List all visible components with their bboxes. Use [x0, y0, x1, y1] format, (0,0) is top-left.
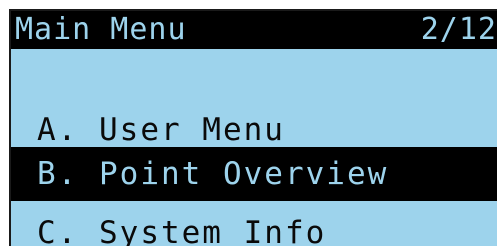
page-indicator: 2/12 — [420, 12, 497, 47]
menu-item-point-overview[interactable]: B. Point Overview — [11, 147, 497, 201]
lcd-display-frame: Main Menu 2/12 A. User Menu B. Point Ove… — [0, 0, 503, 246]
menu-item-label: A. User Menu — [37, 112, 285, 148]
menu-item-label: B. Point Overview — [37, 156, 389, 192]
lcd-screen: Main Menu 2/12 A. User Menu B. Point Ove… — [9, 9, 497, 246]
menu-title: Main Menu — [15, 12, 187, 47]
menu-item-system-info[interactable]: C. System Info — [11, 207, 497, 246]
title-bar: Main Menu 2/12 — [11, 11, 497, 49]
menu-item-label: C. System Info — [37, 215, 327, 246]
